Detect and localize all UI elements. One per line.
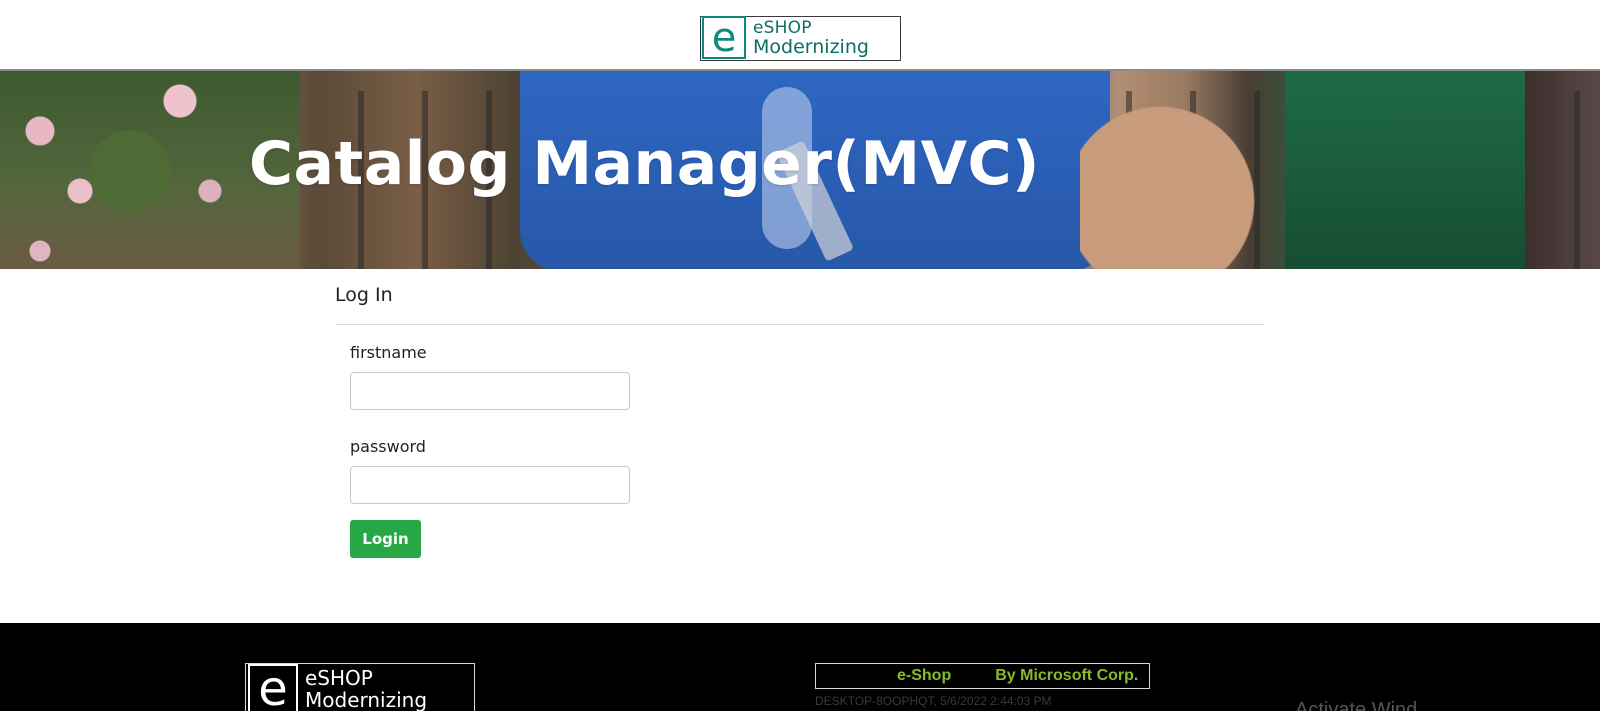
- footer-brand-wordmark: eSHOP Modernizing: [305, 668, 427, 710]
- brand-logo-link[interactable]: e eSHOP Modernizing: [700, 16, 901, 61]
- footer-brand-logo: e eSHOP Modernizing: [245, 663, 475, 711]
- password-field-group: password: [350, 436, 1265, 504]
- footer-eshop-logo-icon: e: [248, 664, 298, 711]
- brand-line-eshop: eSHOP: [753, 18, 812, 38]
- footer-credits: e-Shop By Microsoft Corp.: [815, 663, 1150, 689]
- site-footer: e eSHOP Modernizing e-Shop By Microsoft …: [0, 623, 1600, 711]
- footer-brand-line-eshop: eSHOP: [305, 666, 373, 690]
- brand-line-modernizing: Modernizing: [753, 36, 869, 58]
- site-header: e eSHOP Modernizing: [0, 0, 1600, 70]
- activate-windows-watermark: Activate Wind: [1295, 699, 1418, 711]
- page-title: Catalog Manager(MVC): [249, 129, 1040, 199]
- hero-banner: Catalog Manager(MVC): [0, 69, 1600, 269]
- login-form: firstname password Login: [350, 325, 1265, 558]
- footer-credits-eshop: e-Shop: [897, 667, 952, 684]
- login-section: Log In firstname password Login: [335, 276, 1265, 558]
- eshop-logo-icon: e: [702, 16, 746, 59]
- firstname-input[interactable]: [350, 372, 630, 410]
- firstname-field-group: firstname: [350, 342, 1265, 410]
- hero-door-image: [1285, 71, 1525, 269]
- footer-server-info: DESKTOP-8OOPHQT, 5/6/2022 2:44:03 PM: [815, 694, 1052, 708]
- password-input[interactable]: [350, 466, 630, 504]
- brand-wordmark: eSHOP Modernizing: [753, 20, 869, 57]
- login-button[interactable]: Login: [350, 520, 421, 558]
- footer-brand-line-modernizing: Modernizing: [305, 688, 428, 711]
- footer-credits-microsoft: By Microsoft Corp.: [995, 667, 1139, 684]
- password-label: password: [350, 437, 426, 456]
- firstname-label: firstname: [350, 343, 427, 362]
- login-heading: Log In: [335, 284, 393, 306]
- hero-arm-image: [1080, 81, 1280, 269]
